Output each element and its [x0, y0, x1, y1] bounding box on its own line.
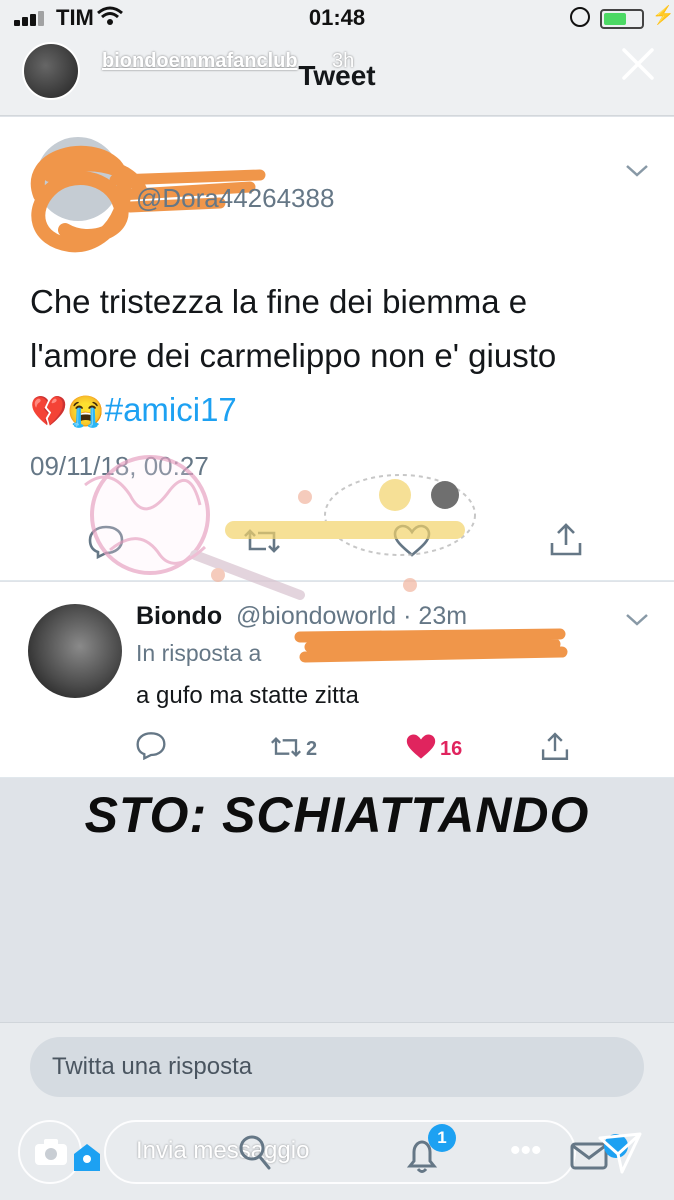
orientation-lock-icon [570, 7, 590, 27]
tweet-timestamp: 09/11/18, 00:27 [30, 451, 209, 481]
reply-tweet[interactable]: Biondo @biondoworld · 23m In risposta a … [0, 582, 674, 778]
status-bar: TIM 01:48 ⚡ [0, 0, 674, 36]
message-placeholder: Invia messaggio [136, 1137, 310, 1164]
tweet-text: Che tristezza la fine dei biemma e l'amo… [30, 275, 650, 439]
screen-header: biondoemmafanclub 3h Tweet [0, 36, 674, 116]
like-count: 16 [440, 738, 463, 760]
reply-avatar[interactable] [28, 604, 122, 698]
like-icon[interactable] [392, 523, 432, 559]
retweet-count: 2 [306, 738, 318, 760]
more-options-icon[interactable]: ••• [510, 1134, 542, 1168]
reply-icon[interactable] [86, 523, 126, 559]
like-icon[interactable] [404, 732, 438, 762]
send-icon[interactable] [596, 1128, 644, 1176]
reply-author-name[interactable]: Biondo [136, 602, 222, 631]
retweet-icon[interactable] [268, 732, 304, 762]
tweet-avatar[interactable] [36, 137, 120, 221]
retweet-icon[interactable] [242, 523, 282, 559]
tweet-text-line2: l'amore dei carmelippo non e' giusto [30, 337, 557, 374]
reply-compose-field[interactable]: Twitta una risposta [30, 1037, 644, 1097]
notification-badge: 1 [428, 1124, 456, 1152]
tweet-text-line1: Che tristezza la fine dei biemma e [30, 283, 528, 320]
emoji: 💔😭 [30, 395, 105, 429]
camera-icon [35, 1139, 67, 1165]
tweet-card[interactable]: @Dora44264388 Che tristezza la fine dei … [0, 117, 674, 581]
charging-icon: ⚡ [652, 5, 674, 25]
in-reply-to: In risposta a [136, 640, 262, 666]
caption-banner: STO: SCHIATTANDO [84, 787, 590, 843]
hashtag-link[interactable]: #amici17 [105, 391, 237, 428]
chevron-down-icon[interactable] [624, 612, 650, 628]
page-title: Tweet [298, 60, 376, 91]
share-icon[interactable] [538, 730, 572, 762]
share-icon[interactable] [546, 521, 586, 557]
search-icon[interactable] [236, 1132, 274, 1174]
reply-text: a gufo ma statte zitta [136, 682, 359, 709]
close-icon[interactable] [618, 44, 658, 84]
battery-icon [600, 9, 644, 29]
chevron-down-icon[interactable] [624, 163, 650, 179]
reply-handle-time[interactable]: @biondoworld · 23m [236, 602, 467, 631]
reply-icon[interactable] [134, 730, 168, 760]
tweet-text-line3: 💔😭#amici17 [30, 383, 650, 439]
tweet-handle[interactable]: @Dora44264388 [136, 183, 334, 214]
location-tab-icon[interactable] [70, 1140, 104, 1174]
